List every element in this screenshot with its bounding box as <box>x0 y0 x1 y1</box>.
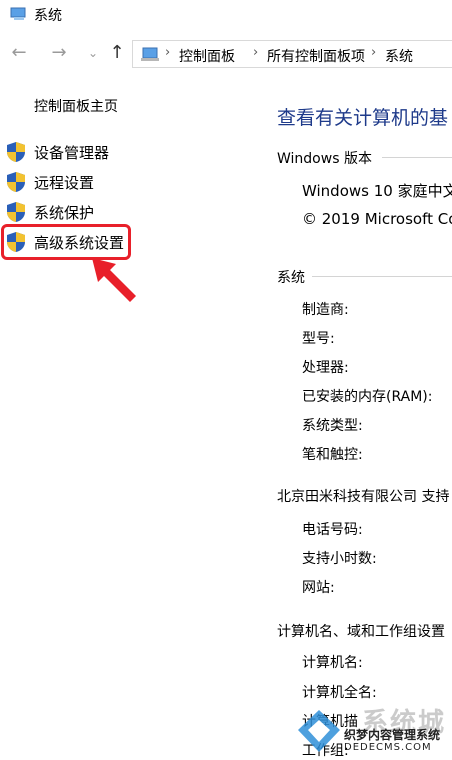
sidebar-item-label: 设备管理器 <box>34 144 110 162</box>
sidebar-item-label: 远程设置 <box>34 174 95 192</box>
label-support-hours: 支持小时数: <box>302 551 377 567</box>
sidebar-item-label: 系统保护 <box>34 204 95 222</box>
section-heading-computer-name: 计算机名、域和工作组设置 <box>277 624 445 640</box>
label-computer-name: 计算机名: <box>302 655 363 671</box>
breadcrumb-system[interactable]: 系统 <box>385 46 413 66</box>
uac-shield-icon <box>7 172 25 192</box>
back-arrow-icon[interactable]: ← <box>8 42 30 64</box>
label-model: 型号: <box>302 331 335 347</box>
watermark-url: DEDECMS.COM <box>344 742 432 753</box>
watermark-logo: 系统城 织梦内容管理系统 DEDECMS.COM <box>296 700 452 760</box>
control-panel-icon <box>141 47 159 61</box>
sidebar-item-device-manager[interactable]: 设备管理器 <box>6 139 156 163</box>
title-bar: 系统 <box>0 0 452 30</box>
label-installed-ram: 已安装的内存(RAM): <box>302 389 433 405</box>
navigation-bar: ← → ⌄ ↑ › 控制面板 › 所有控制面板项 › 系统 <box>0 38 452 70</box>
page-title: 查看有关计算机的基 <box>277 107 449 129</box>
section-divider <box>312 276 452 277</box>
window-title: 系统 <box>34 8 62 24</box>
windows-edition-value: Windows 10 家庭中文 <box>302 182 452 200</box>
dedecms-logo-icon <box>298 710 340 752</box>
address-bar[interactable]: › 控制面板 › 所有控制面板项 › 系统 <box>132 40 452 68</box>
breadcrumb-all-items[interactable]: 所有控制面板项 <box>267 46 365 66</box>
label-phone-number: 电话号码: <box>302 522 363 538</box>
uac-shield-icon <box>7 202 25 222</box>
recent-locations-chevron-icon[interactable]: ⌄ <box>82 42 104 64</box>
system-computer-icon <box>10 7 26 20</box>
section-heading-support: 北京田米科技有限公司 支持 <box>277 489 450 505</box>
label-processor: 处理器: <box>302 360 349 376</box>
breadcrumb-separator-icon[interactable]: › <box>165 45 170 60</box>
breadcrumb-separator-icon[interactable]: › <box>371 45 376 60</box>
control-panel-home-link[interactable]: 控制面板主页 <box>34 96 118 116</box>
section-divider <box>382 157 452 158</box>
sidebar-item-remote-settings[interactable]: 远程设置 <box>6 169 156 193</box>
label-manufacturer: 制造商: <box>302 302 349 318</box>
forward-arrow-icon[interactable]: → <box>48 42 70 64</box>
breadcrumb-separator-icon[interactable]: › <box>253 45 258 60</box>
label-website: 网站: <box>302 580 335 596</box>
breadcrumb-control-panel[interactable]: 控制面板 <box>179 46 235 66</box>
copyright-value: © 2019 Microsoft Co <box>302 210 452 228</box>
section-heading-system: 系统 <box>277 270 305 286</box>
section-heading-windows-edition: Windows 版本 <box>277 151 372 167</box>
red-arrow-annotation-icon <box>92 258 136 302</box>
uac-shield-icon <box>7 142 25 162</box>
label-system-type: 系统类型: <box>302 418 363 434</box>
sidebar-item-system-protection[interactable]: 系统保护 <box>6 199 156 223</box>
watermark-text: 织梦内容管理系统 <box>344 728 441 742</box>
label-pen-and-touch: 笔和触控: <box>302 447 363 463</box>
label-full-computer-name: 计算机全名: <box>302 685 377 701</box>
up-arrow-icon[interactable]: ↑ <box>106 42 128 64</box>
